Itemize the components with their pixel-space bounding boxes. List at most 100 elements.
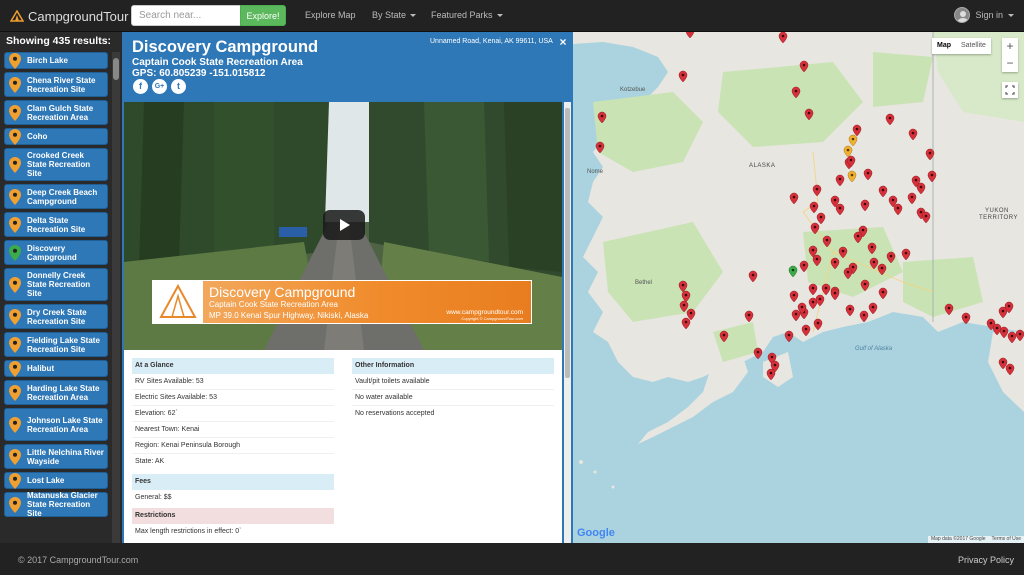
- sidebar-item[interactable]: Halibut: [4, 360, 108, 377]
- nav-featured-parks[interactable]: Featured Parks: [431, 10, 503, 20]
- nav-by-state[interactable]: By State: [372, 10, 417, 20]
- campground-marker-icon[interactable]: [744, 310, 754, 323]
- campground-marker-icon[interactable]: [784, 330, 794, 343]
- campground-marker-icon[interactable]: [685, 32, 695, 39]
- sidebar-item[interactable]: Delta State Recreation Site: [4, 212, 108, 237]
- campground-marker-icon[interactable]: [1007, 331, 1017, 344]
- campground-marker-icon[interactable]: [886, 251, 896, 264]
- campground-marker-icon[interactable]: [835, 203, 845, 216]
- campground-marker-icon[interactable]: [901, 248, 911, 261]
- sidebar-scrollbar[interactable]: [112, 52, 120, 543]
- terms-of-use-link[interactable]: Terms of Use: [992, 536, 1021, 543]
- campground-marker-icon[interactable]: [679, 300, 689, 313]
- campground-marker-icon[interactable]: [830, 257, 840, 270]
- campground-marker-icon[interactable]: [791, 86, 801, 99]
- campground-marker-icon[interactable]: [843, 267, 853, 280]
- campground-marker-icon[interactable]: [908, 128, 918, 141]
- campground-marker-icon[interactable]: [992, 323, 1002, 336]
- sidebar-item[interactable]: Matanuska Glacier State Recreation Site: [4, 491, 108, 518]
- campground-marker-icon[interactable]: [1005, 363, 1015, 376]
- twitter-icon[interactable]: t: [171, 79, 186, 94]
- campground-marker-icon[interactable]: [944, 303, 954, 316]
- campground-marker-icon[interactable]: [893, 203, 903, 216]
- campground-marker-icon[interactable]: [799, 60, 809, 73]
- campground-marker-icon[interactable]: [816, 212, 826, 225]
- campground-marker-icon[interactable]: [838, 246, 848, 259]
- sidebar-item[interactable]: Birch Lake: [4, 52, 108, 69]
- campground-marker-icon[interactable]: [719, 330, 729, 343]
- sidebar-item[interactable]: Clam Gulch State Recreation Area: [4, 100, 108, 125]
- campground-marker-icon[interactable]: [860, 199, 870, 212]
- sidebar-item[interactable]: Discovery Campground: [4, 240, 108, 265]
- campground-marker-icon[interactable]: [863, 168, 873, 181]
- signin-menu[interactable]: Sign in: [954, 7, 1014, 23]
- sidebar-item[interactable]: Little Nelchina River Wayside: [4, 444, 108, 469]
- campground-marker-icon[interactable]: [927, 170, 937, 183]
- nav-explore-map[interactable]: Explore Map: [305, 10, 356, 20]
- sidebar-item[interactable]: Deep Creek Beach Campground: [4, 184, 108, 209]
- facebook-icon[interactable]: f: [133, 79, 148, 94]
- featured-marker-icon[interactable]: [843, 145, 853, 158]
- search-input[interactable]: [131, 5, 241, 26]
- campground-marker-icon[interactable]: [812, 254, 822, 267]
- sidebar-item[interactable]: Coho: [4, 128, 108, 145]
- brand-logo[interactable]: CampgroundTour: [10, 7, 128, 25]
- sidebar-item[interactable]: Harding Lake State Recreation Area: [4, 380, 108, 405]
- sidebar-item[interactable]: Johnson Lake State Recreation Area: [4, 408, 108, 441]
- privacy-policy-link[interactable]: Privacy Policy: [958, 555, 1014, 565]
- campground-marker-icon[interactable]: [859, 310, 869, 323]
- sidebar-item[interactable]: Dry Creek State Recreation Site: [4, 304, 108, 329]
- sidebar-item[interactable]: Lost Lake: [4, 472, 108, 489]
- map-type-map-button[interactable]: Map: [932, 38, 956, 54]
- map-type-satellite-button[interactable]: Satellite: [956, 38, 991, 54]
- fullscreen-button[interactable]: [1002, 82, 1018, 98]
- zoom-in-button[interactable]: +: [1002, 38, 1018, 55]
- campground-marker-icon[interactable]: [809, 201, 819, 214]
- video-player[interactable]: Discovery Campground Captain Cook State …: [124, 102, 562, 350]
- close-icon[interactable]: ×: [557, 35, 569, 49]
- campground-marker-icon[interactable]: [925, 148, 935, 161]
- campground-marker-icon[interactable]: [678, 70, 688, 83]
- campground-marker-icon[interactable]: [830, 288, 840, 301]
- sidebar-item[interactable]: Crooked Creek State Recreation Site: [4, 148, 108, 181]
- campground-marker-icon[interactable]: [801, 324, 811, 337]
- campground-marker-icon[interactable]: [852, 124, 862, 137]
- zoom-out-button[interactable]: −: [1002, 55, 1018, 72]
- campground-marker-icon[interactable]: [885, 113, 895, 126]
- campground-marker-icon[interactable]: [868, 302, 878, 315]
- play-button[interactable]: [323, 210, 365, 240]
- campground-marker-icon[interactable]: [961, 312, 971, 325]
- campground-marker-icon[interactable]: [595, 141, 605, 154]
- campground-marker-icon[interactable]: [686, 308, 696, 321]
- scrollbar-thumb[interactable]: [565, 108, 570, 378]
- campground-marker-icon[interactable]: [799, 260, 809, 273]
- featured-marker-icon[interactable]: [848, 134, 858, 147]
- scrollbar-thumb[interactable]: [113, 58, 119, 80]
- featured-marker-icon[interactable]: [847, 170, 857, 183]
- campground-marker-icon[interactable]: [766, 368, 776, 381]
- sidebar-item[interactable]: Donnelly Creek State Recreation Site: [4, 268, 108, 301]
- campground-marker-icon[interactable]: [860, 279, 870, 292]
- campground-marker-icon[interactable]: [681, 317, 691, 330]
- campground-marker-icon[interactable]: [921, 211, 931, 224]
- campground-marker-icon[interactable]: [999, 326, 1009, 339]
- campground-marker-icon[interactable]: [878, 287, 888, 300]
- campground-marker-icon[interactable]: [853, 231, 863, 244]
- campground-marker-icon[interactable]: [681, 290, 691, 303]
- campground-marker-icon[interactable]: [678, 280, 688, 293]
- campground-marker-icon[interactable]: [835, 174, 845, 187]
- campground-marker-icon[interactable]: [789, 290, 799, 303]
- explore-button[interactable]: Explore!: [240, 5, 286, 26]
- campground-marker-icon[interactable]: [821, 283, 831, 296]
- sidebar-item[interactable]: Fielding Lake State Recreation Site: [4, 332, 108, 357]
- campground-marker-icon[interactable]: [810, 222, 820, 235]
- campground-map[interactable]: Kotzebue Nome ALASKA Bethel Gulf of Alas…: [573, 32, 1024, 543]
- campground-marker-icon[interactable]: [878, 185, 888, 198]
- campground-marker-icon[interactable]: [877, 263, 887, 276]
- campground-marker-icon[interactable]: [748, 270, 758, 283]
- campground-marker-icon[interactable]: [813, 318, 823, 331]
- campground-marker-icon[interactable]: [845, 304, 855, 317]
- campground-marker-icon[interactable]: [753, 347, 763, 360]
- campground-marker-icon[interactable]: [822, 235, 832, 248]
- campground-marker-icon[interactable]: [869, 257, 879, 270]
